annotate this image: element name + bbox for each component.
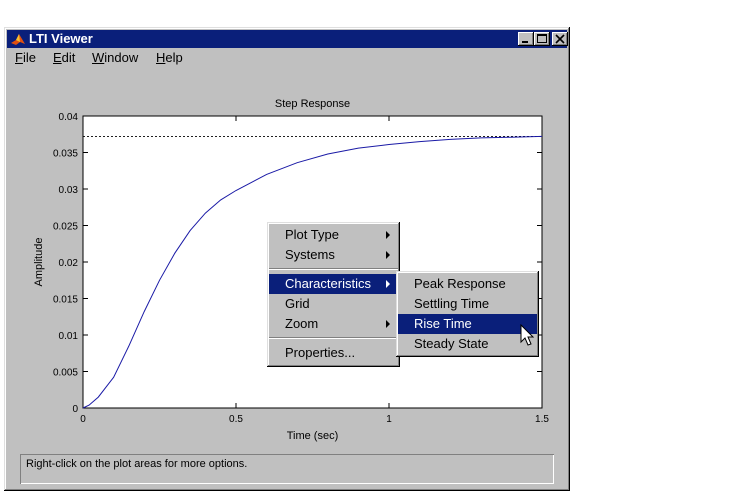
ctx-item-properties[interactable]: Properties... [269,343,398,363]
submenu-item-rise-time-label: Rise Time [414,316,472,331]
submenu-item-steady-state[interactable]: Steady State [398,334,537,354]
submenu-item-steady-state-label: Steady State [414,336,489,351]
y-tick-label: 0.02 [59,258,79,269]
menu-separator [269,268,398,270]
ctx-item-properties-label: Properties... [285,345,356,360]
menu-separator [269,337,398,339]
y-axis-label: Amplitude [33,238,45,287]
submenu-arrow-icon [386,320,390,328]
y-tick-label: 0 [72,404,78,415]
y-tick-label: 0.025 [53,222,78,233]
ctx-item-systems[interactable]: Systems [269,245,398,265]
y-tick-label: 0.005 [53,368,78,379]
ctx-item-plot-type[interactable]: Plot Type [269,225,398,245]
submenu-arrow-icon [386,231,390,239]
x-tick-label: 0.5 [229,414,243,425]
y-tick-label: 0.015 [53,295,78,306]
submenu-item-peak-response[interactable]: Peak Response [398,274,537,294]
submenu-item-settling-time[interactable]: Settling Time [398,294,537,314]
x-tick-label: 0 [80,414,86,425]
x-tick-label: 1 [386,414,392,425]
mouse-pointer-icon [520,324,535,346]
submenu-item-peak-response-label: Peak Response [414,276,506,291]
status-text: Right-click on the plot areas for more o… [26,458,248,470]
submenu-item-rise-time[interactable]: Rise Time [398,314,537,334]
y-tick-label: 0.03 [59,185,79,196]
ctx-item-zoom[interactable]: Zoom [269,314,398,334]
submenu-item-settling-time-label: Settling Time [414,296,490,311]
y-tick-label: 0.01 [59,331,79,342]
characteristics-submenu: Peak Response Settling Time Rise Time St… [396,271,539,357]
ctx-item-characteristics[interactable]: Characteristics [269,274,398,294]
ctx-item-plot-type-label: Plot Type [285,227,339,242]
submenu-arrow-icon [386,251,390,259]
x-tick-label: 1.5 [535,414,549,425]
y-tick-label: 0.035 [53,149,78,160]
y-tick-label: 0.04 [59,112,79,123]
status-bar: Right-click on the plot areas for more o… [20,454,554,484]
ctx-item-characteristics-label: Characteristics [285,276,371,291]
context-menu: Plot Type Systems Characteristics Grid Z… [267,222,400,367]
x-axis-label: Time (sec) [287,430,339,442]
ctx-item-zoom-label: Zoom [285,316,319,331]
submenu-arrow-icon [386,280,390,288]
ctx-item-grid-label: Grid [285,296,310,311]
ctx-item-grid[interactable]: Grid [269,294,398,314]
ctx-item-systems-label: Systems [285,247,335,262]
chart-title: Step Response [275,98,350,110]
